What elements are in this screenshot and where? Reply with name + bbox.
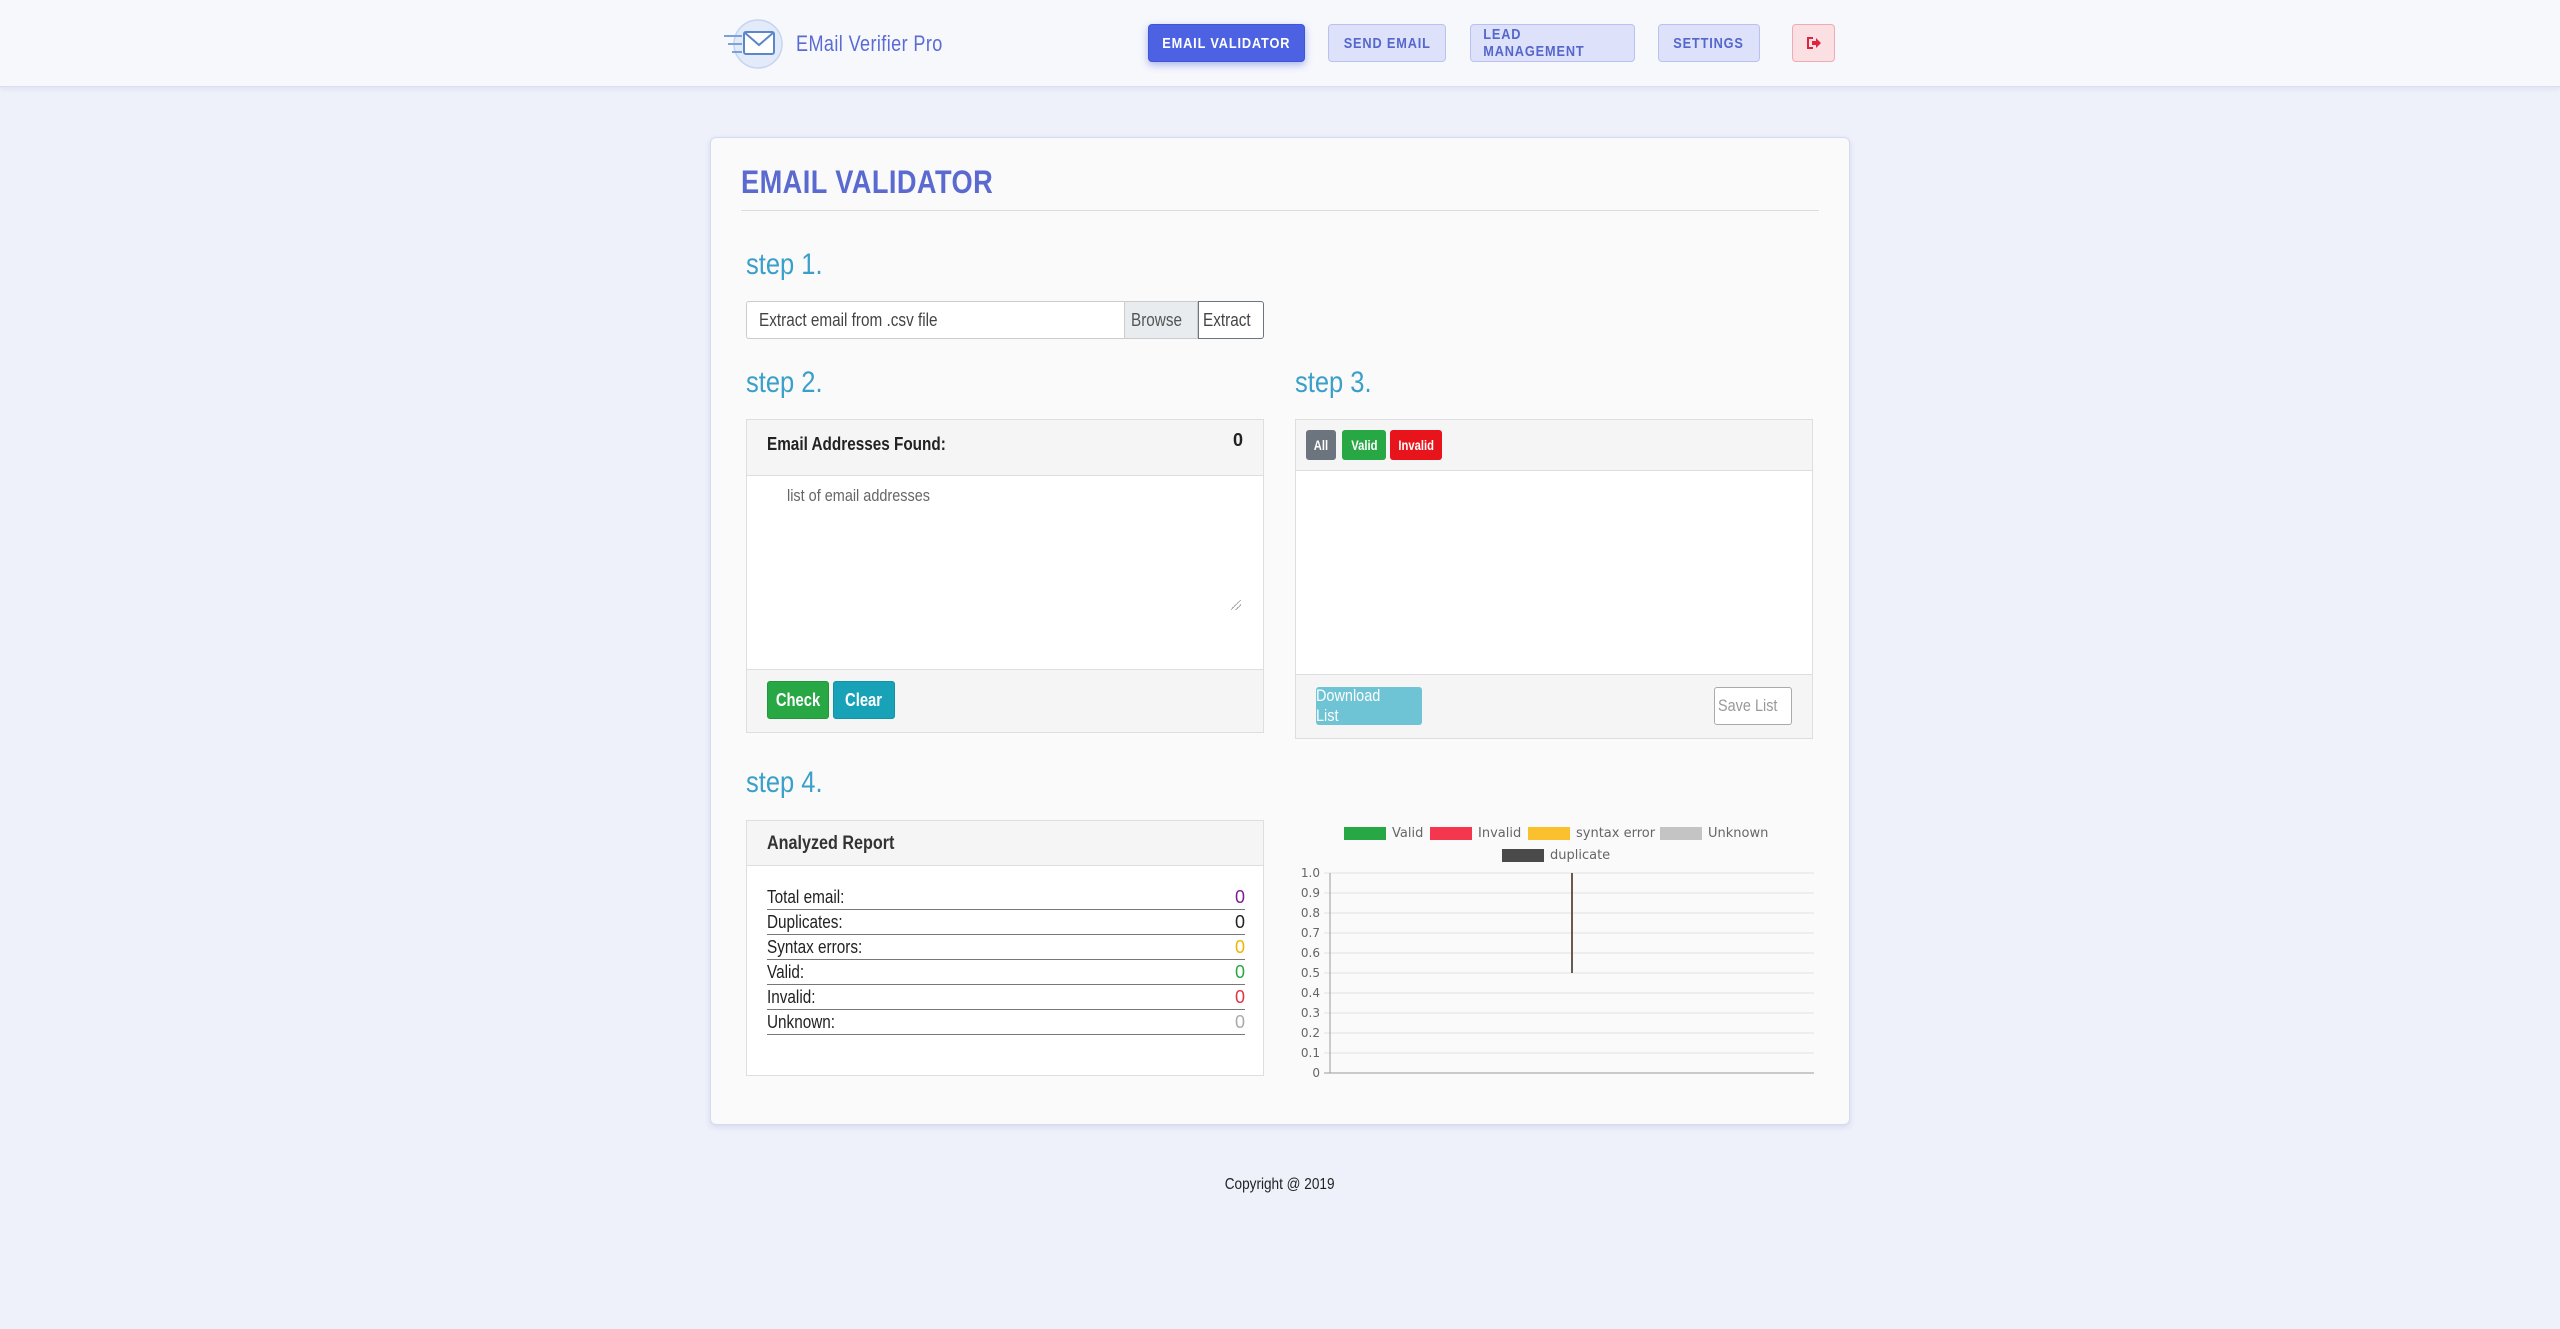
duplicates-value: 0 (1234, 912, 1245, 932)
filter-all-label: All (1313, 437, 1329, 453)
report-title: Analyzed Report (767, 833, 917, 855)
results-panel: All Valid Invalid Download List Save Lis… (1295, 419, 1813, 739)
nav-send-email[interactable]: SEND EMAIL (1328, 24, 1446, 62)
y-tick-label: 0.8 (1301, 906, 1320, 920)
y-tick-label: 0.1 (1301, 1046, 1320, 1060)
csv-file-group: Extract email from .csv file Browse Extr… (746, 301, 1264, 339)
analyzed-report-panel: Analyzed Report Total email: 0 Duplicate… (746, 820, 1264, 1076)
nav-email-validator-label: EMAIL VALIDATOR (1162, 34, 1291, 52)
download-list-label: Download List (1316, 686, 1381, 725)
resize-handle-icon[interactable] (1231, 600, 1241, 610)
logout-button[interactable] (1792, 24, 1835, 62)
report-row-total: Total email: 0 (767, 885, 1245, 910)
email-list-header: Email Addresses Found: 0 (747, 420, 1263, 476)
results-filter-bar: All Valid Invalid (1296, 420, 1812, 471)
email-list-footer: Check Clear (747, 669, 1263, 732)
page-title: EMAIL VALIDATOR (741, 164, 994, 200)
results-list (1296, 470, 1812, 676)
download-list-button[interactable]: Download List (1316, 686, 1422, 725)
unknown-label: Unknown: (767, 1012, 836, 1032)
email-list-panel: Email Addresses Found: 0 list of email a… (746, 419, 1264, 733)
nav-lead-management-label: LEAD MANAGEMENT (1483, 26, 1585, 60)
y-tick-label: 0 (1312, 1066, 1320, 1080)
step4-label: step 4. (746, 766, 823, 799)
analyzed-report-header: Analyzed Report (747, 821, 1263, 866)
valid-label: Valid: (767, 962, 805, 982)
clear-button[interactable]: Clear (833, 681, 895, 719)
filter-all-button[interactable]: All (1306, 430, 1336, 460)
extract-button[interactable]: Extract (1198, 301, 1264, 339)
check-button[interactable]: Check (767, 681, 829, 719)
y-tick-label: 0.3 (1301, 1006, 1320, 1020)
step2-label: step 2. (746, 366, 823, 399)
found-label-text: Email Addresses Found: (767, 434, 946, 454)
invalid-value: 0 (1234, 987, 1245, 1007)
report-row-syntax: Syntax errors: 0 (767, 935, 1245, 960)
valid-value: 0 (1234, 962, 1245, 982)
total-email-label: Total email: (767, 887, 845, 907)
title-divider (741, 210, 1819, 211)
results-footer: Download List Save List (1296, 674, 1812, 738)
browse-button[interactable]: Browse (1124, 301, 1198, 339)
extract-button-label: Extract (1202, 309, 1251, 330)
check-button-label: Check (775, 689, 821, 710)
report-row-invalid: Invalid: 0 (767, 985, 1245, 1010)
csv-file-input[interactable]: Extract email from .csv file (746, 301, 1124, 339)
footer: Copyright @ 2019 (0, 1176, 2560, 1194)
unknown-value: 0 (1234, 1012, 1245, 1032)
chart-plot-area: 1.0 0.9 0.8 0.7 0.6 0.5 0.4 0.3 0.2 0.1 0 (1301, 866, 1814, 1080)
syntax-errors-value: 0 (1234, 937, 1245, 957)
email-list-textarea[interactable]: list of email addresses (767, 480, 1245, 614)
nav-send-email-label: SEND EMAIL (1343, 34, 1431, 52)
filter-invalid-button[interactable]: Invalid (1390, 430, 1442, 460)
y-tick-label: 0.7 (1301, 926, 1320, 940)
sign-out-icon (1806, 37, 1821, 49)
step3-label: step 3. (1295, 366, 1372, 399)
y-tick-label: 0.2 (1301, 1026, 1320, 1040)
filter-invalid-label: Invalid (1398, 437, 1434, 453)
y-tick-label: 0.9 (1301, 886, 1320, 900)
nav-settings-label: SETTINGS (1673, 34, 1745, 52)
copyright-text: Copyright @ 2019 (1225, 1176, 1335, 1193)
report-row-valid: Valid: 0 (767, 960, 1245, 985)
brand[interactable]: EMail Verifier Pro (722, 18, 975, 70)
y-tick-label: 0.6 (1301, 946, 1320, 960)
found-label: Email Addresses Found: (767, 434, 977, 455)
y-tick-label: 0.4 (1301, 986, 1320, 1000)
y-tick-label: 0.5 (1301, 966, 1320, 980)
duplicates-label: Duplicates: (767, 912, 843, 932)
invalid-label: Invalid: (767, 987, 816, 1007)
top-navbar: EMail Verifier Pro EMAIL VALIDATOR SEND … (0, 0, 2560, 87)
clear-button-label: Clear (845, 689, 883, 710)
browse-button-label: Browse (1130, 309, 1183, 330)
email-list-placeholder: list of email addresses (787, 486, 930, 505)
step1-label: step 1. (746, 248, 823, 281)
brand-name: EMail Verifier Pro (796, 31, 943, 56)
syntax-errors-label: Syntax errors: (767, 937, 863, 957)
nav-settings[interactable]: SETTINGS (1658, 24, 1760, 62)
total-email-value: 0 (1234, 887, 1245, 907)
save-list-label: Save List (1718, 696, 1778, 715)
found-count: 0 (1232, 430, 1243, 450)
envelope-logo-icon (722, 18, 786, 70)
nav-lead-management[interactable]: LEAD MANAGEMENT (1470, 24, 1635, 62)
nav-email-validator[interactable]: EMAIL VALIDATOR (1148, 24, 1305, 62)
report-chart: Valid Invalid syntax error Unknown dupli… (1290, 820, 1820, 1080)
report-row-duplicates: Duplicates: 0 (767, 910, 1245, 935)
report-title-text: Analyzed Report (767, 833, 895, 854)
y-tick-label: 1.0 (1301, 866, 1320, 880)
report-rows: Total email: 0 Duplicates: 0 Syntax erro… (767, 885, 1245, 1035)
filter-valid-label: Valid (1350, 437, 1378, 453)
csv-file-placeholder: Extract email from .csv file (759, 309, 938, 330)
report-row-unknown: Unknown: 0 (767, 1010, 1245, 1035)
save-list-button[interactable]: Save List (1714, 687, 1792, 725)
filter-valid-button[interactable]: Valid (1342, 430, 1386, 460)
